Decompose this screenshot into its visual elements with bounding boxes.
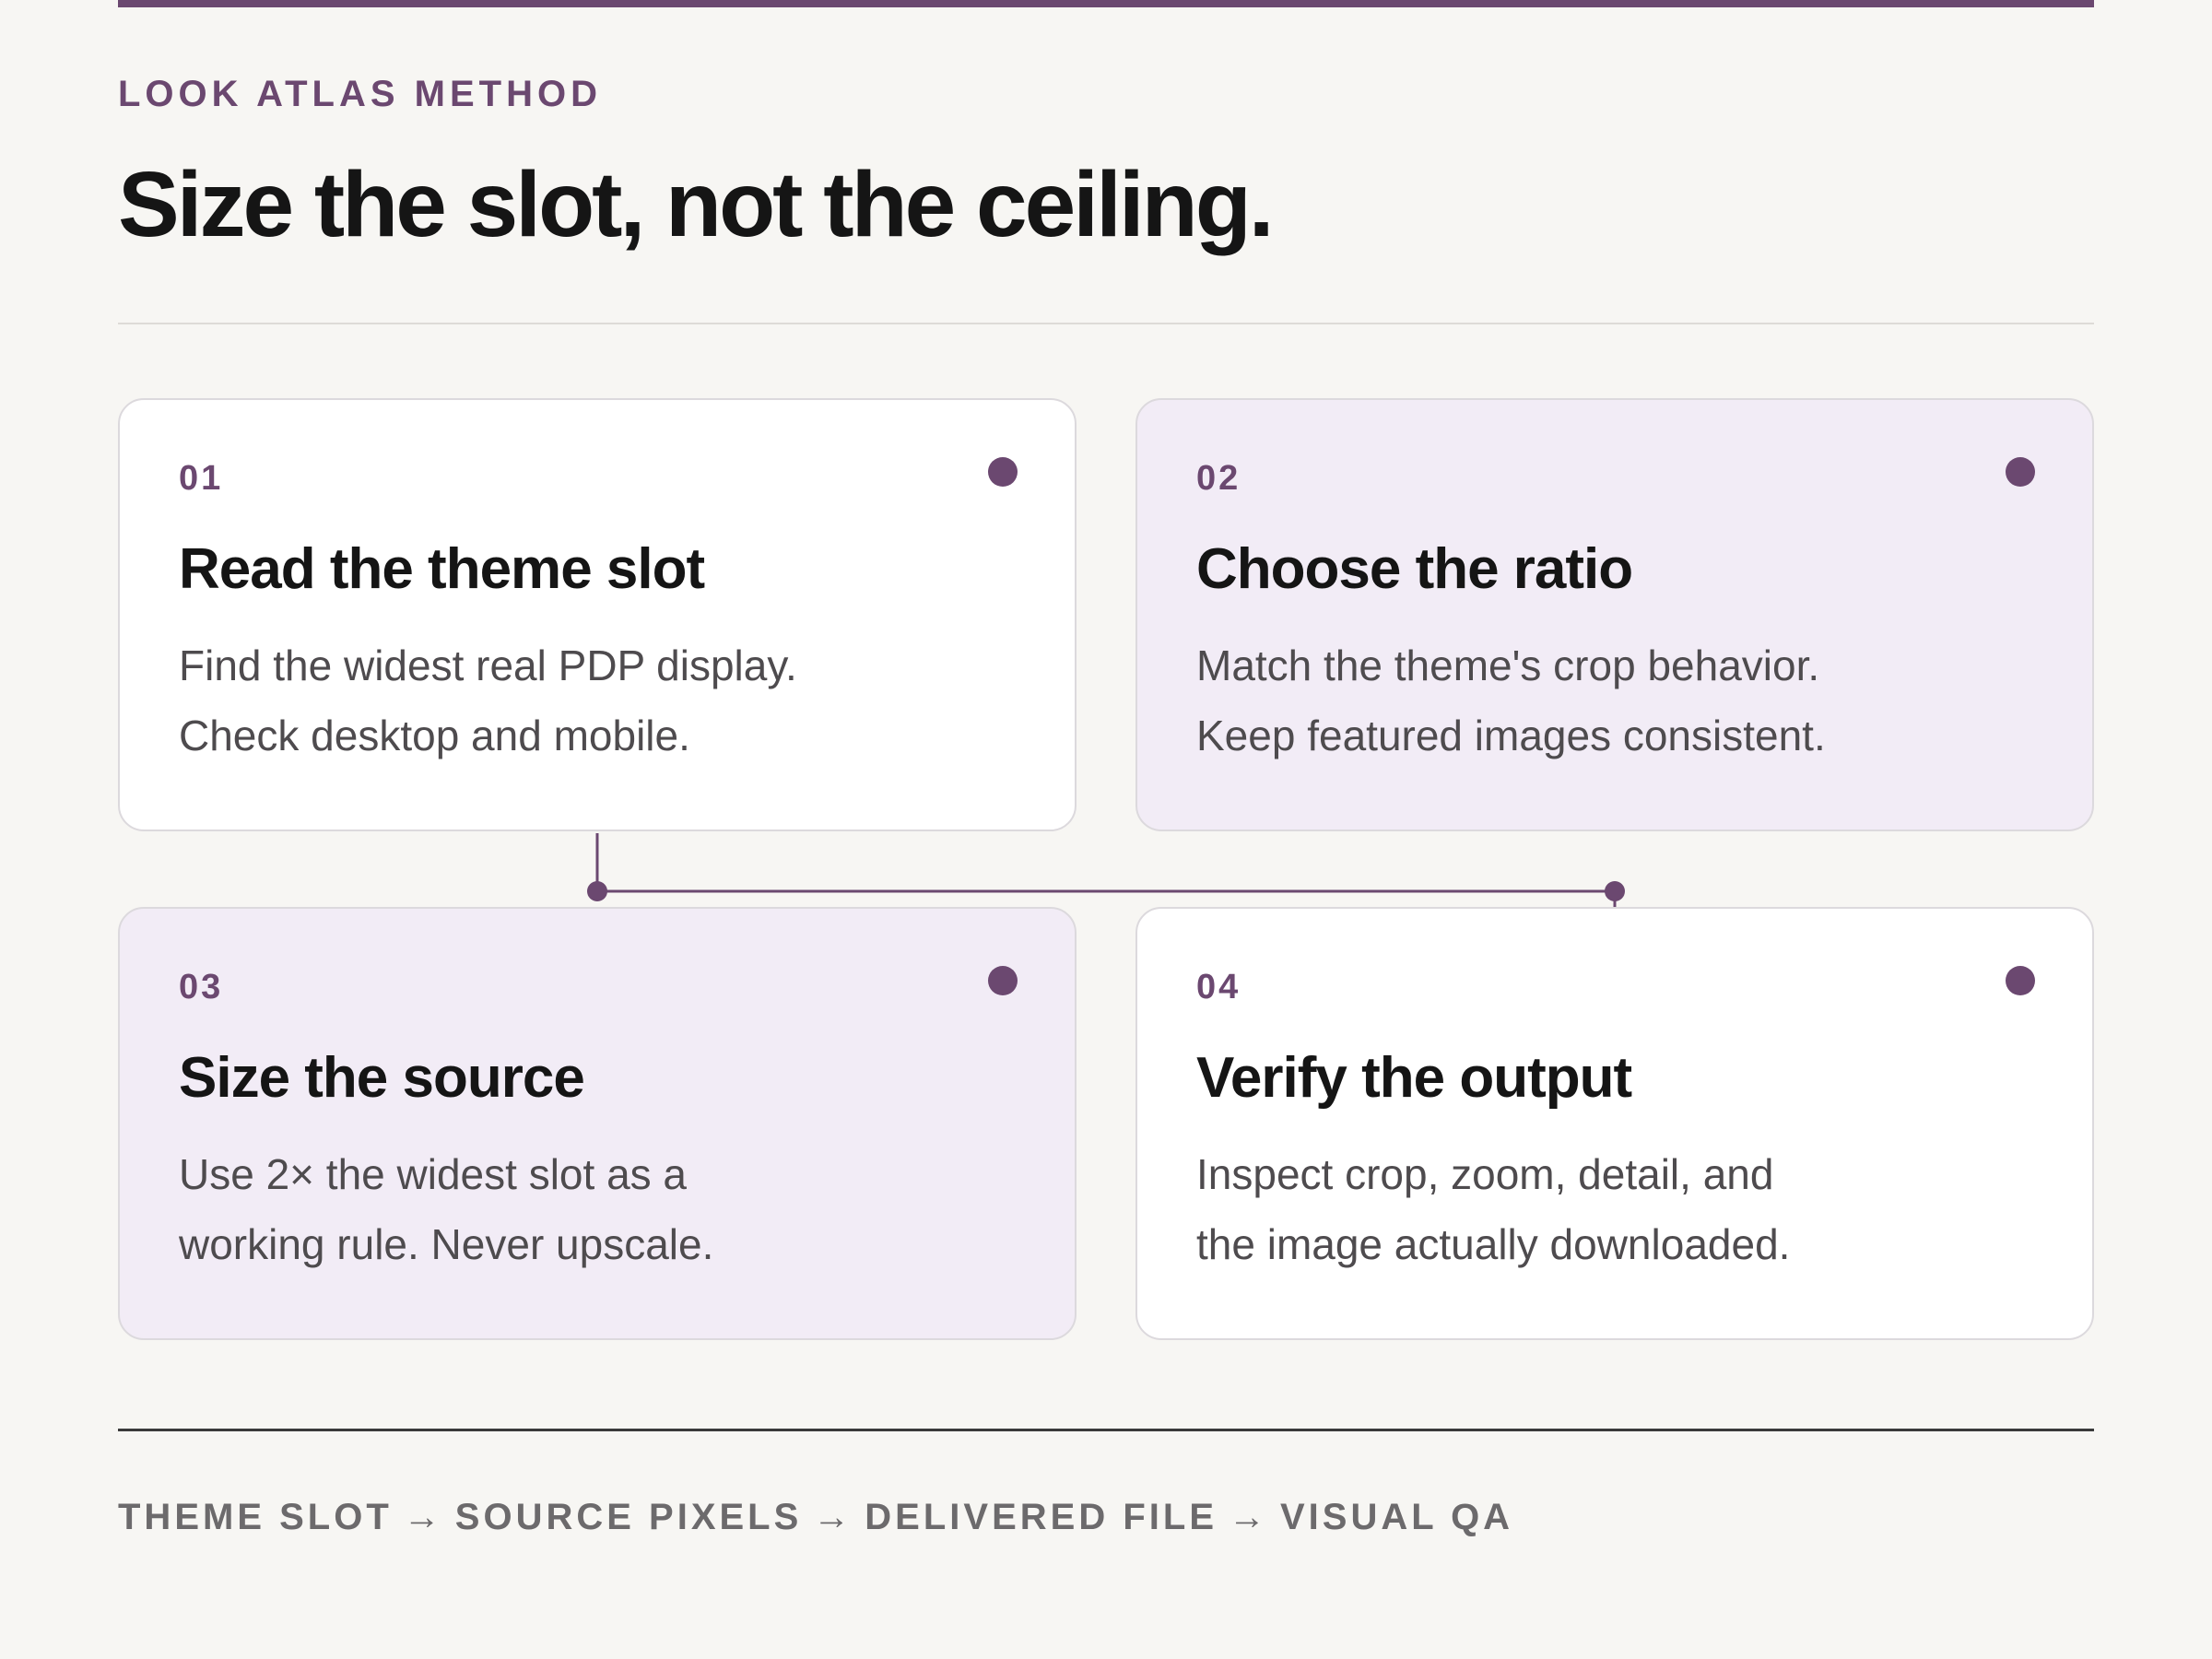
step-description-line: Use 2× the widest slot as a: [179, 1150, 688, 1198]
step-dot-icon: [988, 966, 1018, 995]
step-title: Verify the output: [1196, 1046, 1632, 1110]
flow-stage: THEME SLOT: [118, 1497, 393, 1537]
pipeline-flow: THEME SLOT → SOURCE PIXELS → DELIVERED FILE →…: [118, 1491, 1513, 1543]
step-description-line: working rule. Never upscale.: [179, 1220, 714, 1268]
flow-stage: VISUAL QA: [1280, 1497, 1514, 1537]
arrow-right-icon: →: [403, 1497, 441, 1537]
footer-divider: [118, 1429, 2094, 1431]
step-description-line: Inspect crop, zoom, detail, and: [1196, 1150, 1774, 1198]
step-card-03: 03 Size the source Use 2× the widest slo…: [118, 907, 1077, 1340]
step-title: Size the source: [179, 1046, 585, 1110]
step-description: Use 2× the widest slot as a working rule…: [179, 1139, 1008, 1279]
step-dot-icon: [988, 457, 1018, 487]
connector-end-node: [1605, 881, 1625, 901]
step-dot-icon: [2006, 966, 2035, 995]
step-card-01: 01 Read the theme slot Find the widest r…: [118, 398, 1077, 831]
step-dot-icon: [2006, 457, 2035, 487]
flow-stage: DELIVERED FILE: [865, 1497, 1218, 1537]
step-description: Inspect crop, zoom, detail, and the imag…: [1196, 1139, 2026, 1279]
step-number: 02: [1196, 459, 1241, 498]
step-description-line: Match the theme's crop behavior.: [1196, 641, 1820, 689]
arrow-right-icon: →: [1229, 1497, 1265, 1537]
step-description-line: Find the widest real PDP display.: [179, 641, 797, 689]
step-card-02: 02 Choose the ratio Match the theme's cr…: [1135, 398, 2094, 831]
arrow-right-icon: →: [813, 1497, 851, 1537]
step-description-line: the image actually downloaded.: [1196, 1220, 1791, 1268]
connector-start-node: [587, 881, 607, 901]
flow-stage: SOURCE PIXELS: [454, 1497, 803, 1537]
step-description-line: Keep featured images consistent.: [1196, 712, 1826, 759]
step-number: 04: [1196, 968, 1241, 1006]
step-title: Choose the ratio: [1196, 537, 1633, 601]
step-card-04: 04 Verify the output Inspect crop, zoom,…: [1135, 907, 2094, 1340]
step-description: Match the theme's crop behavior. Keep fe…: [1196, 630, 2026, 771]
step-title: Read the theme slot: [179, 537, 705, 601]
step-description-line: Check desktop and mobile.: [179, 712, 690, 759]
step-number: 01: [179, 459, 224, 498]
step-number: 03: [179, 968, 224, 1006]
step-description: Find the widest real PDP display. Check …: [179, 630, 1008, 771]
